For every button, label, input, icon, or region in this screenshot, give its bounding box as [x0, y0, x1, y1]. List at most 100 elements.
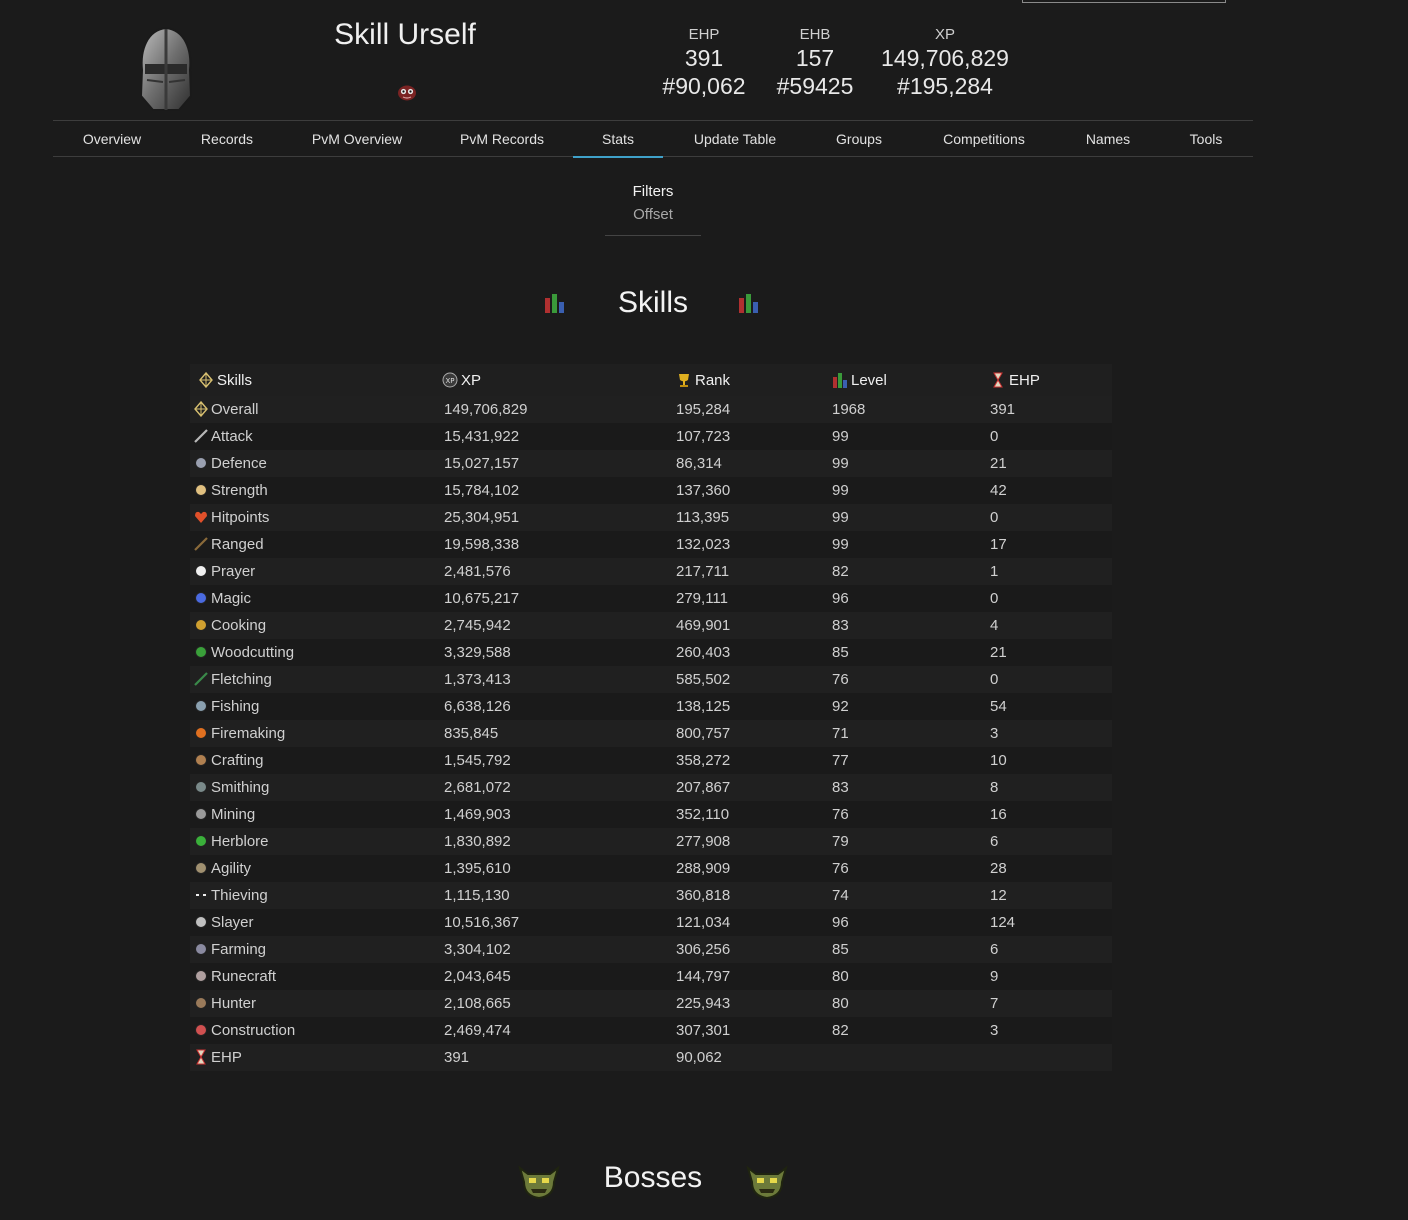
- skill-xp: 2,681,072: [444, 779, 511, 796]
- skill-row-magic[interactable]: Magic 10,675,217 279,111 96 0: [190, 585, 1112, 612]
- tab-pvm-records[interactable]: PvM Records: [450, 121, 554, 157]
- mining-icon: [195, 808, 207, 820]
- tab-tools[interactable]: Tools: [1176, 121, 1236, 157]
- level-chart-icon: [545, 294, 564, 313]
- skill-row-slayer[interactable]: Slayer 10,516,367 121,034 96 124: [190, 909, 1112, 936]
- skill-row-smithing[interactable]: Smithing 2,681,072 207,867 83 8: [190, 774, 1112, 801]
- tab-overview[interactable]: Overview: [67, 121, 157, 157]
- overall-icon: [199, 371, 213, 388]
- attack-icon: [194, 429, 208, 443]
- skill-row-runecraft[interactable]: Runecraft 2,043,645 144,797 80 9: [190, 963, 1112, 990]
- skill-name: Runecraft: [211, 968, 277, 985]
- skill-level: 85: [832, 644, 849, 661]
- skill-row-ehp[interactable]: EHP 391 90,062: [190, 1044, 1112, 1071]
- header-xp[interactable]: XP XP: [442, 364, 676, 396]
- skill-row-firemaking[interactable]: Firemaking 835,845 800,757 71 3: [190, 720, 1112, 747]
- skill-row-agility[interactable]: Agility 1,395,610 288,909 76 28: [190, 855, 1112, 882]
- ehp-value: 391: [684, 45, 724, 71]
- skill-level: 74: [832, 887, 849, 904]
- skill-row-crafting[interactable]: Crafting 1,545,792 358,272 77 10: [190, 747, 1112, 774]
- skill-ehp: 391: [990, 401, 1016, 418]
- skill-name: Ranged: [211, 536, 264, 553]
- tab-competitions[interactable]: Competitions: [930, 121, 1038, 157]
- skill-xp: 2,108,665: [444, 995, 511, 1012]
- skill-name: Firemaking: [211, 725, 286, 742]
- tab-stats[interactable]: Stats: [573, 121, 663, 158]
- overall-icon: [194, 401, 208, 417]
- skill-row-ranged[interactable]: Ranged 19,598,338 132,023 99 17: [190, 531, 1112, 558]
- skill-level: 99: [832, 428, 849, 445]
- header-level[interactable]: Level: [832, 364, 990, 396]
- hourglass-icon: [993, 372, 1003, 387]
- skill-row-mining[interactable]: Mining 1,469,903 352,110 76 16: [190, 801, 1112, 828]
- tab-names[interactable]: Names: [1073, 121, 1143, 157]
- skill-row-overall[interactable]: Overall 149,706,829 195,284 1968 391: [190, 396, 1112, 423]
- skill-row-fletching[interactable]: Fletching 1,373,413 585,502 76 0: [190, 666, 1112, 693]
- tab-groups[interactable]: Groups: [821, 121, 897, 157]
- agility-icon: [195, 862, 207, 874]
- skill-name: Fletching: [211, 671, 272, 688]
- skill-ehp: 1: [990, 563, 999, 580]
- skill-xp: 2,481,576: [444, 563, 511, 580]
- hourglass-icon: [196, 1049, 206, 1065]
- skill-row-attack[interactable]: Attack 15,431,922 107,723 99 0: [190, 423, 1112, 450]
- skill-rank: 469,901: [676, 617, 731, 634]
- ehb-label: EHB: [799, 26, 831, 43]
- firemaking-icon: [195, 727, 207, 739]
- filters-panel: Filters Offset: [605, 180, 701, 236]
- header-rank[interactable]: Rank: [676, 364, 832, 396]
- search-box-edge[interactable]: [1022, 0, 1226, 3]
- skill-level: 80: [832, 968, 849, 985]
- hitpoints-icon: [195, 511, 207, 523]
- skill-name: Woodcutting: [211, 644, 295, 661]
- level-chart-icon: [833, 372, 847, 388]
- skill-rank: 358,272: [676, 752, 731, 769]
- skill-rank: 138,125: [676, 698, 731, 715]
- tab-pvm-overview[interactable]: PvM Overview: [302, 121, 412, 157]
- offset-filter[interactable]: Offset: [605, 203, 701, 227]
- skill-row-woodcutting[interactable]: Woodcutting 3,329,588 260,403 85 21: [190, 639, 1112, 666]
- skill-ehp: 16: [990, 806, 1007, 823]
- tab-records[interactable]: Records: [187, 121, 267, 157]
- player-avatar-helmet-icon: [139, 26, 193, 111]
- skill-row-hunter[interactable]: Hunter 2,108,665 225,943 80 7: [190, 990, 1112, 1017]
- skill-row-strength[interactable]: Strength 15,784,102 137,360 99 42: [190, 477, 1112, 504]
- skill-ehp: 7: [990, 995, 999, 1012]
- skill-xp: 1,830,892: [444, 833, 511, 850]
- skill-xp: 6,638,126: [444, 698, 511, 715]
- herblore-icon: [195, 835, 207, 847]
- header-ehp[interactable]: EHP: [990, 364, 1112, 396]
- skill-row-prayer[interactable]: Prayer 2,481,576 217,711 82 1: [190, 558, 1112, 585]
- skill-xp: 2,043,645: [444, 968, 511, 985]
- ehb-stat: EHB 157 #59425: [765, 26, 865, 101]
- header-rank-label: Rank: [695, 371, 731, 389]
- bosses-section-title: Bosses: [603, 1161, 703, 1194]
- xp-rank: #195,284: [897, 73, 993, 99]
- skill-row-farming[interactable]: Farming 3,304,102 306,256 85 6: [190, 936, 1112, 963]
- ehp-rank: #90,062: [662, 73, 746, 99]
- skill-row-construction[interactable]: Construction 2,469,474 307,301 82 3: [190, 1017, 1112, 1044]
- skill-rank: 90,062: [676, 1049, 722, 1066]
- skill-ehp: 6: [990, 833, 999, 850]
- skill-name: Hunter: [211, 995, 257, 1012]
- skills-section-title: Skills: [617, 286, 688, 319]
- skill-ehp: 6: [990, 941, 999, 958]
- player-name: Skill Urself: [334, 18, 476, 51]
- skill-level: 1968: [832, 401, 866, 418]
- tab-update-table[interactable]: Update Table: [682, 121, 788, 157]
- skill-row-thieving[interactable]: Thieving 1,115,130 360,818 74 12: [190, 882, 1112, 909]
- skill-ehp: 42: [990, 482, 1007, 499]
- prayer-icon: [195, 565, 207, 577]
- skill-name: Mining: [211, 806, 256, 823]
- skill-row-defence[interactable]: Defence 15,027,157 86,314 99 21: [190, 450, 1112, 477]
- header-skills[interactable]: Skills: [190, 364, 442, 396]
- skill-rank: 113,395: [676, 509, 730, 526]
- skill-name: Fishing: [211, 698, 260, 715]
- skill-name: Defence: [211, 455, 267, 472]
- skill-row-hitpoints[interactable]: Hitpoints 25,304,951 113,395 99 0: [190, 504, 1112, 531]
- skill-row-fishing[interactable]: Fishing 6,638,126 138,125 92 54: [190, 693, 1112, 720]
- skill-row-cooking[interactable]: Cooking 2,745,942 469,901 83 4: [190, 612, 1112, 639]
- skill-ehp: 21: [990, 644, 1007, 661]
- skill-row-herblore[interactable]: Herblore 1,830,892 277,908 79 6: [190, 828, 1112, 855]
- skill-level: 99: [832, 536, 849, 553]
